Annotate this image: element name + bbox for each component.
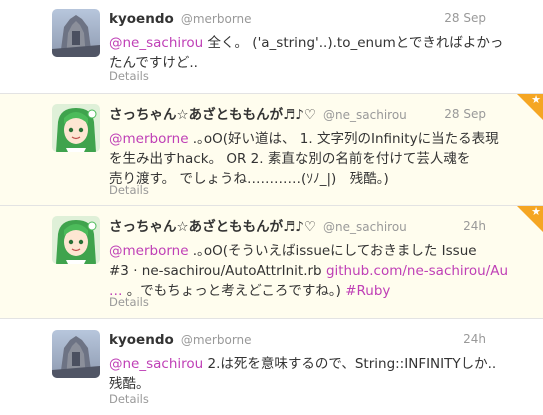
url-link[interactable]: github.com/ne-sachirou/Au (326, 263, 508, 279)
tweet-line: たんですけど.. (109, 55, 198, 71)
star-icon: ★ (531, 205, 541, 218)
user-name[interactable]: kyoendo (109, 11, 174, 27)
mention-link[interactable]: @ne_sachirou (109, 356, 203, 372)
user-name[interactable]: さっちゃん☆あざとももんが♬♪♡ (109, 219, 316, 235)
tweet-item[interactable]: kyoendo @merborne 24h @ne_sachirou 2.は死を… (0, 319, 543, 415)
tweet-line: 残酷。 (109, 376, 150, 392)
avatar[interactable] (52, 330, 100, 378)
tweet-line: @ne_sachirou 全く。 ('a_string'..).to_enumと… (109, 33, 503, 53)
tweet-line: を生み出すhack。 OR 2. 素直な別の名前を付けて芸人魂を (109, 151, 471, 167)
tweet-header: kyoendo @merborne 24h (109, 330, 486, 348)
details-link[interactable]: Details (109, 69, 149, 83)
user-name[interactable]: さっちゃん☆あざとももんが♬♪♡ (109, 107, 316, 123)
user-name[interactable]: kyoendo (109, 332, 174, 348)
user-handle[interactable]: @ne_sachirou (323, 220, 407, 234)
tweet-line: #3 · ne-sachirou/AutoAttrInit.rb github.… (109, 261, 508, 281)
user-handle[interactable]: @merborne (181, 12, 252, 26)
tweet-line: … 。でもちょっと考えどころですね。) #Ruby (109, 281, 494, 301)
tweet-text-segment: .｡oO(そういえばissueにしておきました Issue (188, 243, 477, 259)
mention-link[interactable]: @ne_sachirou (109, 35, 203, 51)
avatar[interactable] (52, 104, 100, 152)
tweet-time[interactable]: 24h (463, 217, 486, 235)
tweet-header: kyoendo @merborne 28 Sep (109, 9, 486, 27)
details-link[interactable]: Details (109, 183, 149, 197)
mention-link[interactable]: @merborne (109, 131, 189, 147)
tweet-text-segment: #3 · ne-sachirou/AutoAttrInit.rb (109, 263, 326, 279)
tweet-time[interactable]: 24h (463, 330, 486, 348)
mention-link[interactable]: @merborne (109, 243, 189, 259)
user-handle[interactable]: @merborne (181, 333, 252, 347)
tweet-line: @merborne .｡oO(好い道は、 1. 文字列のInfinityに当たる… (109, 129, 499, 149)
tweet-header: さっちゃん☆あざとももんが♬♪♡ @ne_sachirou 24h (109, 217, 486, 235)
tweet-header: さっちゃん☆あざとももんが♬♪♡ @ne_sachirou 28 Sep (109, 105, 486, 123)
tweet-time[interactable]: 28 Sep (444, 9, 486, 27)
tweet-timeline: kyoendo @merborne 28 Sep @ne_sachirou 全く… (0, 0, 543, 415)
user-handle[interactable]: @ne_sachirou (323, 108, 407, 122)
details-link[interactable]: Details (109, 392, 149, 406)
avatar[interactable] (52, 216, 100, 264)
tweet-text: @ne_sachirou 全く。 ('a_string'..).to_enumと… (109, 33, 503, 73)
tweet-item[interactable]: ★ さっちゃん☆あざとももんが♬♪♡ @ne_sachirou 28 Sep @… (0, 94, 543, 206)
tweet-text-segment: .｡oO(好い道は、 1. 文字列のInfinityに当たる表現 (188, 131, 499, 147)
tweet-text: @ne_sachirou 2.は死を意味するので、String::INFINIT… (109, 354, 497, 394)
tweet-text-segment: 2.は死を意味するので、String::INFINITYしか.. (203, 356, 497, 372)
star-icon: ★ (531, 93, 541, 106)
tweet-text: @merborne .｡oO(そういえばissueにしておきました Issue … (109, 241, 508, 301)
tweet-item[interactable]: kyoendo @merborne 28 Sep @ne_sachirou 全く… (0, 0, 543, 94)
tweet-text-segment: 。でもちょっと考えどころですね。) (122, 283, 346, 299)
tweet-item[interactable]: ★ さっちゃん☆あざとももんが♬♪♡ @ne_sachirou 24h @mer… (0, 206, 543, 319)
tweet-text-segment: 全く。 ('a_string'..).to_enumとできればよかっ (203, 35, 504, 51)
tweet-line: @ne_sachirou 2.は死を意味するので、String::INFINIT… (109, 354, 497, 374)
avatar[interactable] (52, 9, 100, 57)
tweet-line: @merborne .｡oO(そういえばissueにしておきました Issue (109, 241, 494, 261)
details-link[interactable]: Details (109, 295, 149, 309)
tweet-time[interactable]: 28 Sep (444, 105, 486, 123)
tweet-line: 売り渡す。 でしょうね…………(ｿﾉ_|) 残酷。) (109, 171, 389, 187)
hashtag-link[interactable]: #Ruby (345, 283, 390, 299)
tweet-text: @merborne .｡oO(好い道は、 1. 文字列のInfinityに当たる… (109, 129, 499, 189)
